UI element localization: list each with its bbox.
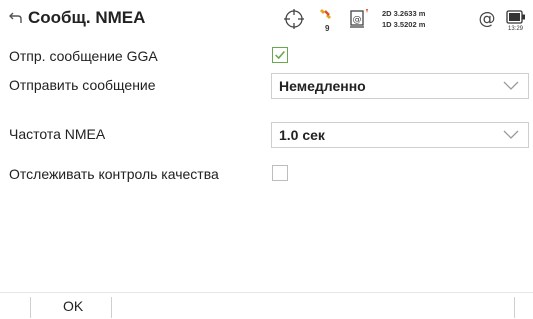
svg-text:@: @: [479, 9, 496, 28]
freq-select-value: 1.0 сек: [279, 127, 325, 143]
quality-row: Отслеживать контроль качества: [0, 161, 533, 189]
freq-label: Частота NMEA: [9, 126, 106, 142]
chevron-down-icon: [503, 130, 519, 139]
internet-icon[interactable]: @: [477, 8, 497, 28]
divider: [514, 297, 515, 318]
freq-row: Частота NMEA 1.0 сек: [0, 121, 533, 149]
chevron-down-icon: [503, 81, 519, 90]
send-select[interactable]: Немедленно: [271, 73, 529, 99]
page-title: Сообщ. NMEA: [28, 8, 146, 27]
gga-label: Отпр. сообщение GGA: [9, 48, 158, 64]
quality-checkbox[interactable]: [272, 165, 288, 181]
divider: [111, 297, 112, 318]
precision-2d: 2D 3.2633 m: [382, 9, 426, 18]
battery-icon[interactable]: [506, 10, 526, 24]
send-row: Отправить сообщение Немедленно: [0, 72, 533, 100]
svg-text:@: @: [353, 15, 362, 25]
back-icon[interactable]: [8, 10, 24, 26]
send-select-value: Немедленно: [279, 78, 366, 94]
gga-checkbox[interactable]: [272, 47, 288, 63]
modem-icon[interactable]: @: [349, 7, 371, 29]
checkmark-icon: [275, 50, 285, 60]
send-label: Отправить сообщение: [9, 77, 156, 93]
quality-label: Отслеживать контроль качества: [9, 166, 219, 182]
freq-select[interactable]: 1.0 сек: [271, 122, 529, 148]
softkey-bar: OK: [0, 292, 533, 318]
satellite-count: 9: [325, 24, 330, 33]
battery-time: 13:29: [508, 26, 524, 32]
satellite-icon[interactable]: [320, 6, 334, 20]
ok-button[interactable]: OK: [31, 293, 111, 318]
gga-row: Отпр. сообщение GGA: [0, 43, 533, 71]
header-bar: Сообщ. NMEA 9 @ 2D 3.2633 m 1D 3.5202 m …: [0, 0, 533, 38]
precision-1d: 1D 3.5202 m: [382, 20, 426, 29]
crosshair-icon[interactable]: [283, 8, 305, 30]
